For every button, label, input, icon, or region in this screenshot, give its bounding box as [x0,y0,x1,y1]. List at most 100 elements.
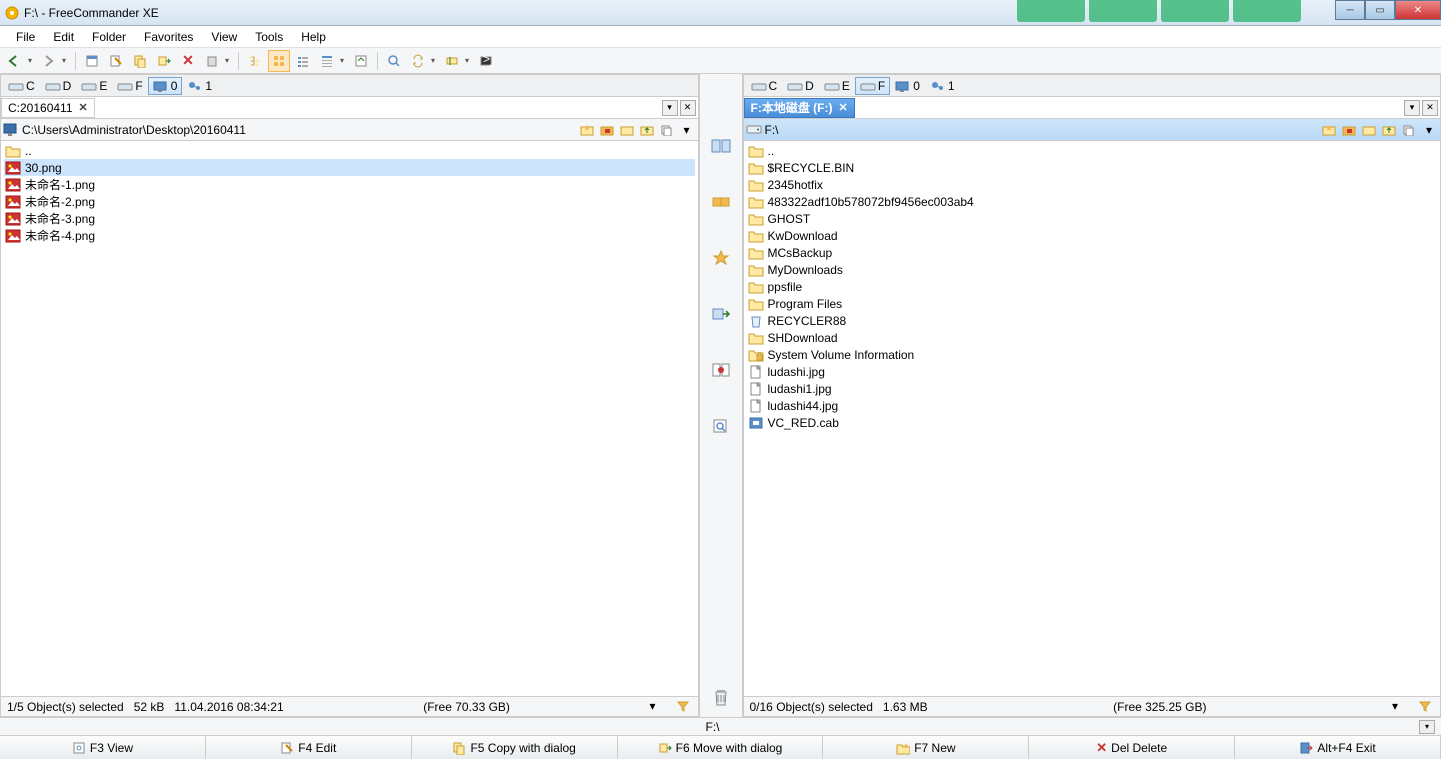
recycle-bin-button[interactable] [709,685,733,709]
file-row[interactable]: 未命名-2.png [4,193,695,210]
folder-up-icon[interactable] [1380,122,1398,138]
search-panel-button[interactable] [709,414,733,438]
file-row[interactable]: MyDownloads [747,261,1438,278]
delete-button[interactable]: ✕ [177,50,199,72]
sync-dropdown[interactable]: ▾ [431,56,439,65]
drive-f[interactable]: F [855,77,890,95]
drive-e[interactable]: E [819,77,855,95]
view-dropdown[interactable]: ▾ [340,56,348,65]
file-row[interactable]: ppsfile [747,278,1438,295]
compare-button[interactable] [709,358,733,382]
large-icons-button[interactable] [268,50,290,72]
folder-open-icon[interactable] [1360,122,1378,138]
folder-fav-icon[interactable] [578,122,596,138]
file-row[interactable]: MCsBackup [747,244,1438,261]
filter-icon[interactable] [676,699,692,715]
menu-view[interactable]: View [203,28,245,46]
copy-path-icon[interactable] [658,122,676,138]
right-tab[interactable]: F:本地磁盘 (F:) ✕ [744,98,855,118]
folder-open-icon[interactable] [618,122,636,138]
copy-right-button[interactable] [709,302,733,326]
alt-f4-exit-button[interactable]: Alt+F4 Exit [1235,736,1441,759]
left-filelist[interactable]: .. 30.png 未命名-1.png 未命名-2.png 未命名-3.png … [1,141,698,696]
folder-red-icon[interactable] [598,122,616,138]
favorites-button[interactable] [709,246,733,270]
forward-button[interactable] [38,50,60,72]
left-tab[interactable]: C:20160411 ✕ [1,98,95,118]
left-pathbar[interactable]: C:\Users\Administrator\Desktop\20160411 … [1,119,698,141]
minimize-button[interactable]: ─ [1335,0,1365,20]
f6-move-button[interactable]: F6 Move with dialog [618,736,824,759]
edit-file-button[interactable] [105,50,127,72]
file-row[interactable]: 30.png [4,159,695,176]
maximize-button[interactable]: ▭ [1365,0,1395,20]
back-button[interactable] [4,50,26,72]
menu-help[interactable]: Help [293,28,334,46]
file-row[interactable]: SHDownload [747,329,1438,346]
drive-network[interactable]: 1 [925,77,960,95]
search-button[interactable] [383,50,405,72]
tab-dropdown-button[interactable]: ▾ [662,100,678,116]
folder-fav-icon[interactable] [1320,122,1338,138]
copy-path-icon[interactable] [1400,122,1418,138]
status-dropdown-icon[interactable]: ▾ [1392,699,1408,715]
file-row[interactable]: ludashi.jpg [747,363,1438,380]
file-row[interactable]: 未命名-3.png [4,210,695,227]
tab-close-all-button[interactable]: ✕ [1422,100,1438,116]
menu-edit[interactable]: Edit [45,28,82,46]
wipe-dropdown[interactable]: ▾ [225,56,233,65]
sync-button[interactable] [407,50,429,72]
file-row[interactable]: VC_RED.cab [747,414,1438,431]
f3-view-button[interactable]: F3 View [0,736,206,759]
swap-panes-button[interactable] [709,134,733,158]
parent-folder-row[interactable]: .. [747,142,1438,159]
menu-favorites[interactable]: Favorites [136,28,201,46]
tree-view-button[interactable] [244,50,266,72]
path-dropdown-icon[interactable]: ▾ [678,122,696,138]
file-row[interactable]: KwDownload [747,227,1438,244]
menu-folder[interactable]: Folder [84,28,134,46]
properties-button[interactable] [81,50,103,72]
del-delete-button[interactable]: ✕ Del Delete [1029,736,1235,759]
status-dropdown-icon[interactable]: ▾ [650,699,666,715]
drive-d[interactable]: D [782,77,819,95]
file-row[interactable]: RECYCLER88 [747,312,1438,329]
file-row[interactable]: 483322adf10b578072bf9456ec003ab4 [747,193,1438,210]
drive-network[interactable]: 1 [182,77,217,95]
drive-c[interactable]: C [746,77,783,95]
dos-button[interactable]: >_ [475,50,497,72]
drive-d[interactable]: D [40,77,77,95]
multirename-dropdown[interactable]: ▾ [465,56,473,65]
details-view-button[interactable] [316,50,338,72]
file-row[interactable]: ludashi1.jpg [747,380,1438,397]
forward-dropdown[interactable]: ▾ [62,56,70,65]
drive-desktop[interactable]: 0 [890,77,925,95]
menu-file[interactable]: File [8,28,43,46]
file-row[interactable]: ludashi44.jpg [747,397,1438,414]
right-filelist[interactable]: .. $RECYCLE.BIN 2345hotfix 483322adf10b5… [744,141,1441,696]
parent-folder-row[interactable]: .. [4,142,695,159]
f4-edit-button[interactable]: F4 Edit [206,736,412,759]
file-row[interactable]: 未命名-1.png [4,176,695,193]
multirename-button[interactable] [441,50,463,72]
folder-red-icon[interactable] [1340,122,1358,138]
f5-copy-button[interactable]: F5 Copy with dialog [412,736,618,759]
drive-e[interactable]: E [76,77,112,95]
right-pathbar[interactable]: F:\ ▾ [744,119,1441,141]
list-view-button[interactable] [292,50,314,72]
filter-icon[interactable] [1418,699,1434,715]
f7-new-button[interactable]: F7 New [823,736,1029,759]
tab-close-icon[interactable]: ✕ [838,101,847,114]
path-dropdown-icon[interactable]: ▾ [1420,122,1438,138]
quick-view-button[interactable] [350,50,372,72]
copy-button[interactable] [129,50,151,72]
tab-dropdown-button[interactable]: ▾ [1404,100,1420,116]
wipe-button[interactable] [201,50,223,72]
file-row[interactable]: 2345hotfix [747,176,1438,193]
drive-desktop[interactable]: 0 [148,77,183,95]
tab-close-icon[interactable]: ✕ [79,101,88,114]
equal-panes-button[interactable] [709,190,733,214]
file-row[interactable]: System Volume Information [747,346,1438,363]
drive-c[interactable]: C [3,77,40,95]
close-button[interactable]: ✕ [1395,0,1441,20]
